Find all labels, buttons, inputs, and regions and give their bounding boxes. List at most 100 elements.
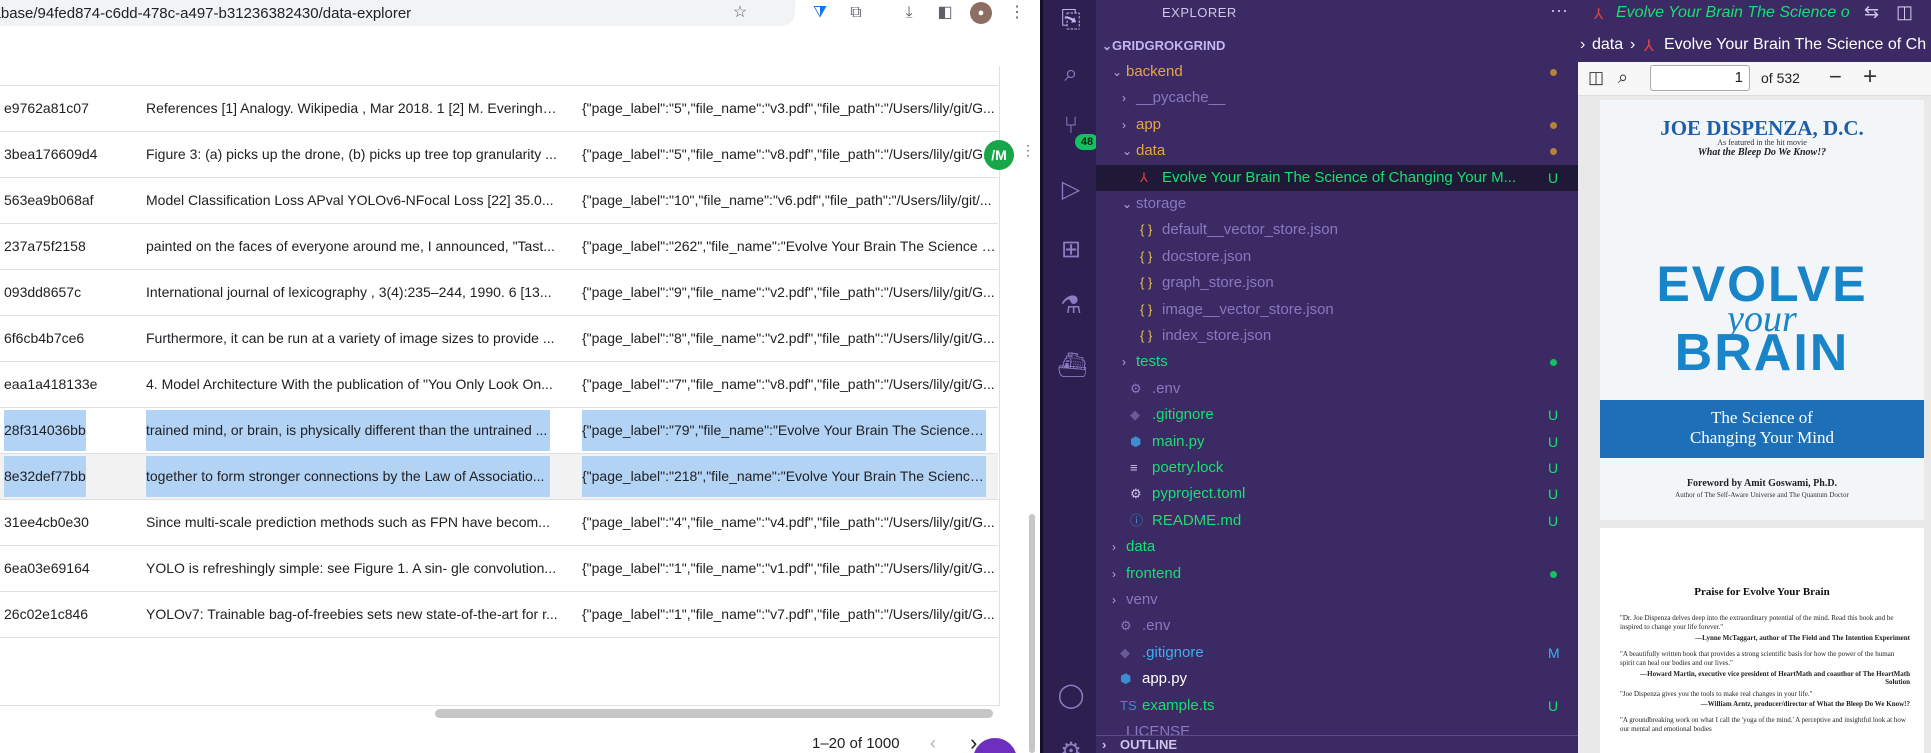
profile-avatar[interactable]: ● [970,2,992,24]
row-metadata-cell[interactable]: {"page_label":"262","file_name":"Evolve … [582,224,996,269]
row-metadata-cell[interactable]: {"page_label":"7","file_name":"v8.pdf","… [582,362,996,407]
zoom-out-icon[interactable]: − [1829,64,1842,90]
row-id-cell[interactable]: 8e32def77bb [4,456,86,497]
search-icon[interactable]: ⌕ [1618,67,1628,88]
settings-gear-icon[interactable]: ⚙ [1057,738,1085,753]
row-text-cell[interactable]: painted on the faces of everyone around … [146,224,560,269]
tree-item[interactable]: ⚙ .env [1096,613,1578,639]
tree-item[interactable]: › app [1096,112,1578,138]
row-text-cell[interactable]: trained mind, or brain, is physically di… [146,410,550,451]
row-metadata-cell[interactable]: {"page_label":"218","file_name":"Evolve … [582,456,986,497]
compare-icon[interactable]: ⇆ [1864,2,1879,23]
tree-item[interactable]: › __pycache__ [1096,85,1578,111]
row-text-cell[interactable]: YOLOv7: Trainable bag-of-freebies sets n… [146,592,560,637]
row-id-cell[interactable]: 31ee4cb0e30 [4,500,136,545]
row-text-cell[interactable]: References [1] Analogy. Wikipedia , Mar … [146,86,560,131]
vertical-scrollbar[interactable] [1029,514,1035,753]
row-metadata-cell[interactable]: {"page_label":"5","file_name":"v8.pdf","… [582,132,996,177]
tree-item[interactable]: { } default__vector_store.json [1096,217,1578,243]
tree-item[interactable]: ⌄ data [1096,138,1578,164]
tree-item[interactable]: ⌄ backend [1096,59,1578,85]
prev-page-icon[interactable]: ‹ [930,733,936,753]
extensions-icon[interactable]: ⊞ [1057,236,1085,264]
tree-item[interactable]: › tests [1096,349,1578,375]
zoom-in-icon[interactable]: + [1863,63,1877,91]
table-row[interactable]: 563ea9b068af Model Classification Loss AP… [0,178,998,224]
table-row[interactable]: 237a75f2158 painted on the faces of every… [0,224,998,270]
tree-item[interactable]: ⚙ pyproject.toml U [1096,481,1578,507]
table-row[interactable]: 6f6cb4b7ce6 Furthermore, it can be run at… [0,316,998,362]
tree-item[interactable]: ⬢ main.py U [1096,429,1578,455]
row-text-cell[interactable]: Model Classification Loss APval YOLOv6-N… [146,178,560,223]
tree-item[interactable]: ⌄ storage [1096,191,1578,217]
row-metadata-cell[interactable]: {"page_label":"5","file_name":"v3.pdf","… [582,86,996,131]
row-id-cell[interactable]: 093dd8657c [4,270,136,315]
row-id-cell[interactable]: e9762a81c07 [4,86,136,131]
row-id-cell[interactable]: 6f6cb4b7ce6 [4,316,136,361]
row-id-cell[interactable]: 26c02e1c846 [4,592,136,637]
row-metadata-cell[interactable]: {"page_label":"1","file_name":"v7.pdf","… [582,592,996,637]
url-text[interactable]: atabase/94fed874-c6dd-478c-a497-b3123638… [0,5,411,22]
row-id-cell[interactable]: 237a75f2158 [4,224,136,269]
row-id-cell[interactable]: 28f314036bb [4,410,86,451]
table-row[interactable]: 3bea176609d4 Figure 3: (a) picks up the d… [0,132,998,178]
tree-item[interactable]: TS example.ts U [1096,693,1578,719]
tree-item[interactable]: ⬢ app.py [1096,666,1578,692]
row-id-cell[interactable]: 6ea03e69164 [4,546,136,591]
download-icon[interactable]: ⤓ [898,2,920,24]
testing-icon[interactable]: ⚗ [1057,292,1085,320]
row-text-cell[interactable]: YOLO is refreshingly simple: see Figure … [146,546,560,591]
tree-item[interactable]: ⅄ Evolve Your Brain The Science of Changi… [1096,164,1578,191]
tree-item[interactable]: › data [1096,534,1578,560]
row-text-cell[interactable]: together to form stronger connections by… [146,456,550,497]
floating-action-button[interactable] [973,738,1017,753]
row-text-cell[interactable]: 4. Model Architecture With the publicati… [146,362,560,407]
row-text-cell[interactable]: Figure 3: (a) picks up the drone, (b) pi… [146,132,560,177]
row-id-cell[interactable]: 563ea9b068af [4,178,136,223]
breadcrumb-data[interactable]: data [1592,36,1623,54]
tree-item[interactable]: ◆ .gitignore M [1096,640,1578,666]
tree-item[interactable]: { } graph_store.json [1096,270,1578,296]
page-number-input[interactable]: 1 [1650,65,1750,91]
row-metadata-cell[interactable]: {"page_label":"10","file_name":"v6.pdf",… [582,178,996,223]
table-row[interactable]: 6ea03e69164 YOLO is refreshingly simple: … [0,546,998,592]
tree-item[interactable]: › venv [1096,587,1578,613]
account-icon[interactable]: ◯ [1057,682,1085,710]
horizontal-scrollbar[interactable] [435,709,993,718]
row-id-cell[interactable]: eaa1a418133e [4,362,136,407]
table-row[interactable]: 093dd8657c International journal of lexic… [0,270,998,316]
table-row[interactable]: 28f314036bb trained mind, or brain, is ph… [0,408,998,454]
search-icon[interactable]: ⌕ [1057,60,1085,88]
tree-item[interactable]: { } image__vector_store.json [1096,297,1578,323]
row-metadata-cell[interactable]: {"page_label":"79","file_name":"Evolve Y… [582,410,986,451]
run-debug-icon[interactable]: ▷ [1057,176,1085,204]
split-editor-icon[interactable]: ◫ [1896,2,1913,23]
kebab-menu-icon[interactable]: ⋮ [1006,2,1028,24]
outline-section[interactable]: › OUTLINE [1096,735,1578,753]
table-row[interactable]: 8e32def77bb together to form stronger con… [0,454,998,500]
table-row[interactable]: e9762a81c07 References [1] Analogy. Wikip… [0,86,998,132]
table-row[interactable]: eaa1a418133e 4. Model Architecture With t… [0,362,998,408]
explorer-root[interactable]: ⌄ GRIDGROKGRIND [1096,33,1578,59]
row-metadata-cell[interactable]: {"page_label":"8","file_name":"v2.pdf","… [582,316,996,361]
extension-badge[interactable]: /M [984,140,1014,170]
puzzle-icon[interactable]: ⧉ [845,2,867,24]
row-text-cell[interactable]: International journal of lexicography , … [146,270,560,315]
tree-item[interactable]: ⓘ README.md U [1096,508,1578,534]
table-row[interactable]: 31ee4cb0e30 Since multi-scale prediction … [0,500,998,546]
star-icon[interactable]: ☆ [729,2,751,24]
drag-handle-icon[interactable]: ⋮⋮ [1021,142,1040,159]
row-metadata-cell[interactable]: {"page_label":"1","file_name":"v1.pdf","… [582,546,996,591]
table-row[interactable]: 26c02e1c846 YOLOv7: Trainable bag-of-free… [0,592,998,638]
row-metadata-cell[interactable]: {"page_label":"4","file_name":"v4.pdf","… [582,500,996,545]
tree-item[interactable]: ≡ poetry.lock U [1096,455,1578,481]
address-bar[interactable]: atabase/94fed874-c6dd-478c-a497-b3123638… [0,0,795,26]
row-text-cell[interactable]: Since multi-scale prediction methods suc… [146,500,560,545]
tree-item[interactable]: ⚙ .env [1096,376,1578,402]
files-icon[interactable]: ⎘ [1057,6,1085,34]
row-text-cell[interactable]: Furthermore, it can be run at a variety … [146,316,560,361]
tree-item[interactable]: › frontend [1096,561,1578,587]
row-metadata-cell[interactable]: {"page_label":"9","file_name":"v2.pdf","… [582,270,996,315]
sidebar-icon[interactable]: ◧ [934,2,956,24]
tree-item[interactable]: { } index_store.json [1096,323,1578,349]
